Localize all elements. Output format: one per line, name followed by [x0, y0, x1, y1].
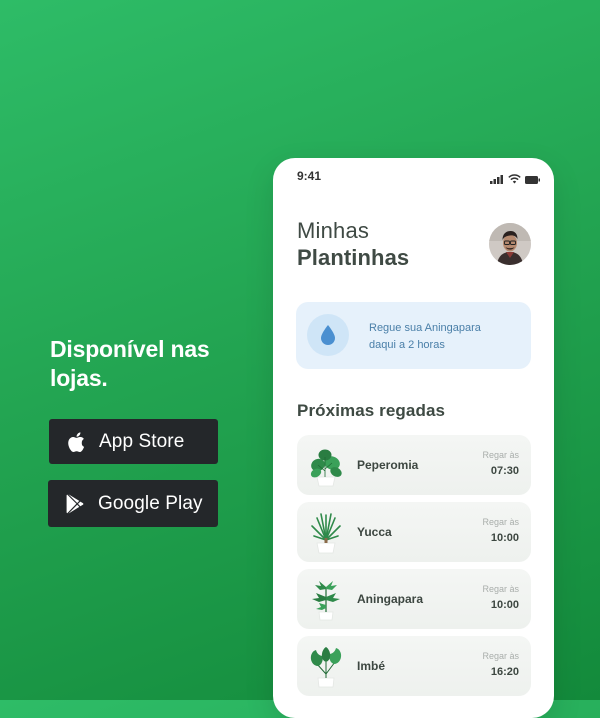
peperomia-plant-icon [307, 443, 345, 487]
plant-card-yucca[interactable]: Yucca Regar às 10:00 [297, 502, 531, 562]
reminder-text: Regue sua Aningapara daqui a 2 horas [369, 320, 519, 354]
wifi-icon [508, 171, 521, 189]
water-time: 16:20 [490, 666, 519, 678]
water-time: 07:30 [490, 465, 519, 477]
google-play-button[interactable]: Google Play [48, 480, 218, 527]
plant-name: Aningapara [357, 592, 424, 606]
water-time: 10:00 [490, 532, 519, 544]
phone-mockup: 9:41 Minhas Plantinhas Regue sua Aningap… [273, 158, 554, 718]
plant-list: Peperomia Regar às 07:30 Yucca Regar às … [297, 435, 531, 703]
water-at-label: Regar às [482, 584, 519, 594]
promo-title-line1: Disponível nas [50, 336, 210, 362]
app-store-button[interactable]: App Store [49, 419, 218, 464]
aningapara-plant-icon [307, 577, 345, 621]
signal-icon [490, 171, 504, 189]
promo-section: Disponível nas lojas. App Store Google P… [48, 335, 260, 527]
plant-card-imbe[interactable]: Imbé Regar às 16:20 [297, 636, 531, 696]
google-play-icon [64, 493, 86, 515]
plant-name: Imbé [357, 659, 386, 673]
apple-icon [65, 431, 87, 453]
reminder-line2: daqui a 2 horas [369, 339, 445, 351]
imbe-plant-icon [307, 644, 345, 688]
avatar[interactable] [489, 223, 531, 265]
status-bar: 9:41 [273, 158, 554, 194]
google-play-label: Google Play [98, 492, 203, 514]
water-at-label: Regar às [482, 450, 519, 460]
promo-title-line2: lojas. [50, 365, 108, 391]
status-time: 9:41 [297, 169, 322, 183]
plant-card-aningapara[interactable]: Aningapara Regar às 10:00 [297, 569, 531, 629]
page-title-line1: Minhas [297, 218, 370, 243]
section-title: Próximas regadas [297, 401, 446, 420]
plant-name: Yucca [357, 525, 392, 539]
promo-title: Disponível nas lojas. [50, 335, 260, 393]
yucca-plant-icon [307, 510, 345, 554]
page-title-line2: Plantinhas [297, 245, 410, 270]
reminder-line1: Regue sua Aningapara [369, 322, 481, 334]
water-time: 10:00 [490, 599, 519, 611]
app-store-label: App Store [99, 430, 185, 452]
battery-icon [525, 171, 540, 189]
plant-name: Peperomia [357, 458, 419, 472]
water-at-label: Regar às [482, 651, 519, 661]
plant-card-peperomia[interactable]: Peperomia Regar às 07:30 [297, 435, 531, 495]
water-drop-icon [307, 314, 349, 356]
water-at-label: Regar às [482, 517, 519, 527]
watering-reminder-card[interactable]: Regue sua Aningapara daqui a 2 horas [296, 302, 531, 369]
status-icons [490, 171, 540, 189]
page-title: Minhas Plantinhas [297, 218, 409, 272]
